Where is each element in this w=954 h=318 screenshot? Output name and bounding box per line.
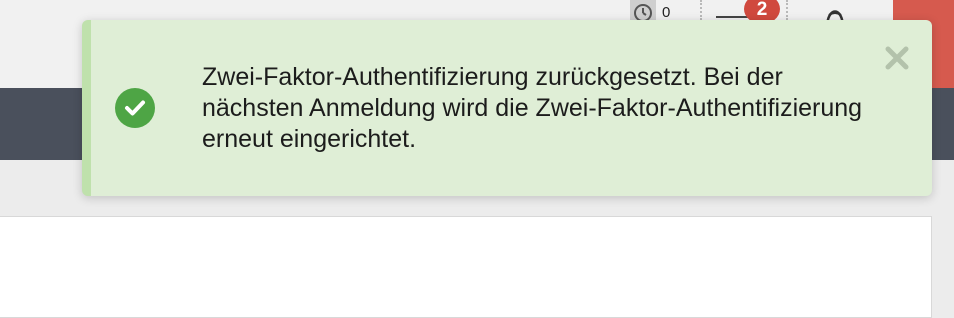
success-toast: Zwei-Faktor-Authentifizierung zurückgese… bbox=[82, 20, 932, 196]
tray-divider bbox=[700, 0, 702, 20]
timer-count: 0 bbox=[662, 3, 671, 21]
check-circle-icon bbox=[115, 88, 155, 128]
content-panel bbox=[0, 216, 932, 318]
tray-divider bbox=[786, 0, 788, 20]
close-icon[interactable] bbox=[881, 42, 913, 74]
toast-message: Zwei-Faktor-Authentifizierung zurückgese… bbox=[202, 63, 863, 153]
messages-icon bbox=[716, 16, 750, 18]
